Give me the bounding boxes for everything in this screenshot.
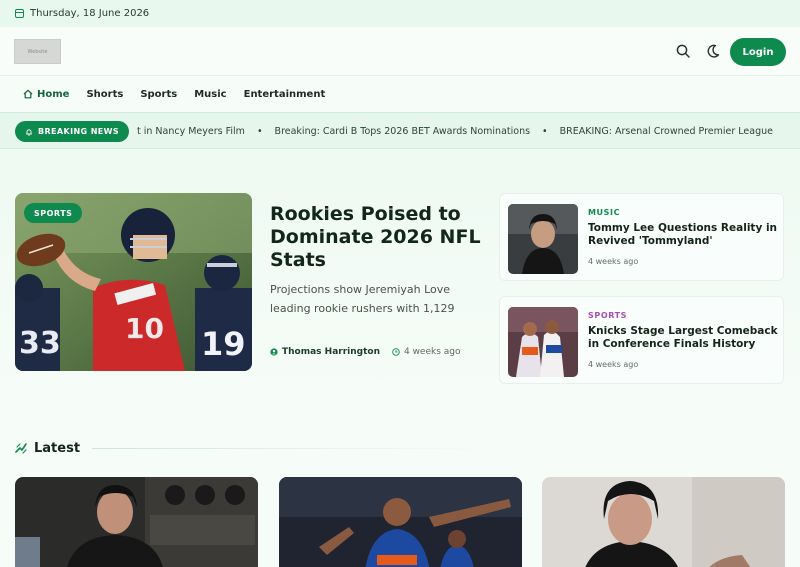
- featured-article-title[interactable]: Rookies Poised to Dominate 2026 NFL Stat…: [270, 203, 490, 272]
- article-author[interactable]: Thomas Harrington: [282, 347, 380, 357]
- latest-heading: Latest: [34, 440, 81, 456]
- basketball-photo: [279, 477, 522, 567]
- ticker-item[interactable]: t in Nancy Meyers Film: [137, 126, 245, 137]
- side-article-time: 4 weeks ago: [588, 257, 639, 266]
- top-bar: Thursday, 18 June 2026: [0, 0, 800, 27]
- latest-section-heading: Latest: [15, 437, 485, 459]
- calendar-icon: [15, 9, 24, 18]
- side-article-category[interactable]: SPORTS: [588, 311, 627, 320]
- login-button[interactable]: Login: [730, 38, 786, 66]
- breaking-news-bar: BREAKING NEWS t in Nancy Meyers Film • B…: [0, 112, 800, 149]
- nav-item-label: Home: [37, 88, 70, 100]
- nav-item-home[interactable]: Home: [23, 89, 69, 100]
- latest-article-card[interactable]: [542, 477, 785, 567]
- ticker-separator: •: [256, 126, 263, 137]
- home-icon: [23, 89, 33, 99]
- breaking-news-badge: BREAKING NEWS: [15, 121, 129, 142]
- nav-item-entertainment[interactable]: Entertainment: [244, 89, 326, 100]
- user-icon: [270, 348, 278, 356]
- portrait-photo: [542, 477, 785, 567]
- side-article-image: [508, 307, 578, 377]
- tommy-lee-photo: [508, 204, 578, 274]
- side-article-category[interactable]: MUSIC: [588, 208, 620, 217]
- main-nav: Home Shorts Sports Music Entertainment: [0, 76, 800, 112]
- side-article-card[interactable]: MUSIC Tommy Lee Questions Reality in Rev…: [499, 193, 784, 281]
- dark-mode-icon[interactable]: [705, 43, 721, 59]
- latest-article-card[interactable]: [15, 477, 258, 567]
- article-time: 4 weeks ago: [403, 347, 461, 357]
- nav-item-shorts[interactable]: Shorts: [86, 89, 123, 100]
- side-article-image: [508, 204, 578, 274]
- side-article-card[interactable]: SPORTS Knicks Stage Largest Comeback in …: [499, 296, 784, 384]
- studio-photo: [15, 477, 258, 567]
- ticker-separator: •: [542, 126, 548, 137]
- news-ticker: t in Nancy Meyers Film • Breaking: Cardi…: [137, 113, 773, 148]
- breaking-news-label: BREAKING NEWS: [37, 127, 120, 136]
- knicks-game-photo: [508, 307, 578, 377]
- latest-article-card[interactable]: [279, 477, 522, 567]
- svg-text:33: 33: [19, 326, 61, 361]
- svg-text:19: 19: [201, 325, 246, 363]
- side-article-title[interactable]: Knicks Stage Largest Comeback in Confere…: [588, 325, 778, 351]
- ticker-item[interactable]: BREAKING: Arsenal Crowned Premier League: [560, 126, 773, 137]
- featured-category-badge[interactable]: SPORTS: [24, 203, 83, 223]
- side-article-time: 4 weeks ago: [588, 360, 639, 369]
- site-logo[interactable]: Website: [14, 39, 61, 64]
- nav-item-sports[interactable]: Sports: [140, 89, 177, 100]
- current-date: Thursday, 18 June 2026: [30, 8, 150, 19]
- nav-item-music[interactable]: Music: [194, 89, 226, 100]
- side-article-title[interactable]: Tommy Lee Questions Reality in Revived '…: [588, 222, 778, 248]
- svg-text:10: 10: [125, 312, 164, 345]
- site-header: Website Login: [0, 27, 800, 76]
- featured-article-excerpt: Projections show Jeremiyah Love leading …: [270, 283, 455, 315]
- trending-icon: [15, 443, 27, 454]
- heading-divider: [92, 447, 485, 449]
- featured-article-meta: Thomas Harrington 4 weeks ago: [270, 347, 461, 357]
- bell-icon: [26, 128, 32, 136]
- clock-icon: [392, 348, 400, 356]
- ticker-item[interactable]: Breaking: Cardi B Tops 2026 BET Awards N…: [275, 126, 531, 137]
- search-icon[interactable]: [675, 43, 691, 59]
